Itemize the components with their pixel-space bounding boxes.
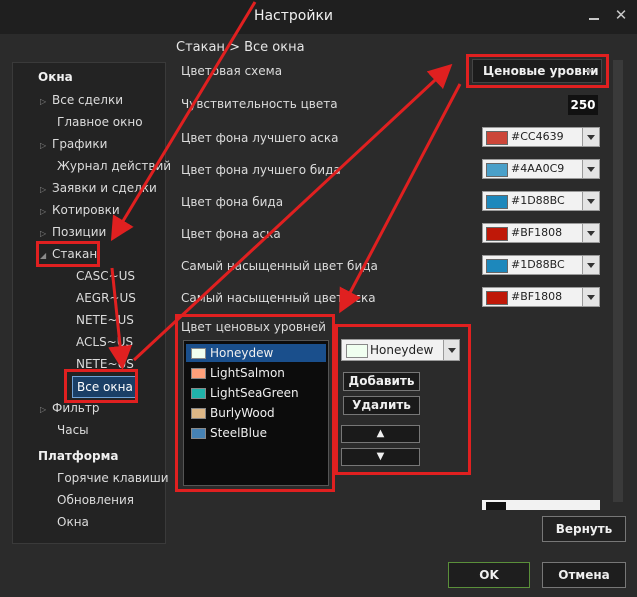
arrow-to-order-book (110, 1, 257, 242)
annotation-arrows (108, 1, 462, 370)
arrow-to-price-levels (339, 83, 462, 314)
arrow-to-color-scheme (132, 63, 453, 362)
arrow-to-all-windows (108, 267, 133, 370)
